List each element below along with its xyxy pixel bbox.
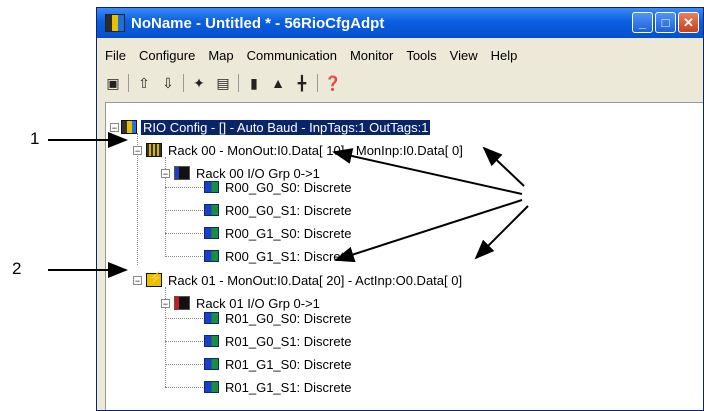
tree-node-slot[interactable]: R00_G1_S0: Discrete <box>204 224 353 242</box>
download-icon[interactable]: ⇩ <box>158 73 178 93</box>
help-pointer-icon[interactable]: ❓ <box>323 73 343 93</box>
tree-node-rack01[interactable]: Rack 01 - MonOut:I0.Data[ 20] - ActInp:O… <box>146 271 464 289</box>
rio-adapter-icon <box>121 120 137 134</box>
slot-label: R01_G1_S0: Discrete <box>225 356 352 372</box>
tree-node-slot[interactable]: R00_G0_S1: Discrete <box>204 201 353 219</box>
tree-node-slot[interactable]: R01_G0_S0: Discrete <box>204 309 353 327</box>
menu-tools[interactable]: Tools <box>406 48 436 63</box>
rack01-label: Rack 01 - MonOut:I0.Data[ 20] - ActInp:O… <box>168 272 463 288</box>
rack-fault-icon <box>146 271 163 287</box>
tree-node-slot[interactable]: R01_G1_S1: Discrete <box>204 378 353 396</box>
window-controls: _ □ ✕ <box>632 12 699 33</box>
document-icon[interactable]: ▤ <box>213 73 233 93</box>
discrete-module-icon <box>204 381 219 393</box>
toolbar-separator <box>317 74 318 92</box>
callout-2: 2 <box>12 259 22 278</box>
menu-configure[interactable]: Configure <box>139 48 195 63</box>
slot-label: R01_G0_S0: Discrete <box>225 310 352 326</box>
discrete-module-icon <box>204 181 219 193</box>
app-icon <box>105 14 125 32</box>
rack01-group-collapse-toggle[interactable]: − <box>161 299 170 309</box>
indicator-icon[interactable]: ▲ <box>268 73 288 93</box>
upload-icon[interactable]: ⇧ <box>134 73 154 93</box>
tree-node-rio-config[interactable]: RIO Config - [] - Auto Baud - InpTags:1 … <box>121 118 431 136</box>
window-title: NoName - Untitled * - 56RioCfgAdpt <box>131 14 385 32</box>
slot-label: R00_G0_S1: Discrete <box>225 202 352 218</box>
tree-node-slot[interactable]: R01_G1_S0: Discrete <box>204 355 353 373</box>
toolbar-separator <box>183 74 184 92</box>
root-collapse-toggle[interactable]: − <box>110 123 119 133</box>
slot-label: R00_G1_S1: Discrete <box>225 248 352 264</box>
toolbar: ▣ ⇧ ⇩ ✦ ▤ ▮ ▲ ╋ ❓ <box>97 70 703 96</box>
discrete-module-icon <box>204 227 219 239</box>
save-icon[interactable]: ▣ <box>103 73 123 93</box>
rack00-collapse-toggle[interactable]: − <box>133 146 142 156</box>
discrete-module-icon <box>204 204 219 216</box>
rio-config-label: RIO Config - [] - Auto Baud - InpTags:1 … <box>141 119 431 135</box>
menu-bar: File Configure Map Communication Monitor… <box>97 44 703 66</box>
rack00-group-collapse-toggle[interactable]: − <box>161 169 170 179</box>
close-button[interactable]: ✕ <box>678 12 699 33</box>
slot-label: R00_G0_S0: Discrete <box>225 179 352 195</box>
tree-node-rack00[interactable]: Rack 00 - MonOut:I0.Data[ 10] - MonInp:I… <box>146 141 465 159</box>
tree-node-slot[interactable]: R00_G1_S1: Discrete <box>204 247 353 265</box>
callout-1: 1 <box>30 129 40 148</box>
tree-node-slot[interactable]: R00_G0_S0: Discrete <box>204 178 353 196</box>
slot-label: R01_G0_S1: Discrete <box>225 333 352 349</box>
discrete-module-icon <box>204 358 219 370</box>
rack00-label: Rack 00 - MonOut:I0.Data[ 10] - MonInp:I… <box>168 142 463 158</box>
menu-view[interactable]: View <box>450 48 478 63</box>
app-window: NoName - Untitled * - 56RioCfgAdpt _ □ ✕… <box>96 7 704 411</box>
rack-icon <box>146 143 162 157</box>
slot-label: R01_G1_S1: Discrete <box>225 379 352 395</box>
io-group-icon <box>174 166 190 180</box>
maximize-button[interactable]: □ <box>655 12 676 33</box>
slot-label: R00_G1_S0: Discrete <box>225 225 352 241</box>
discrete-module-icon <box>204 312 219 324</box>
menu-help[interactable]: Help <box>491 48 518 63</box>
menu-file[interactable]: File <box>105 48 126 63</box>
menu-communication[interactable]: Communication <box>247 48 337 63</box>
io-group-icon <box>174 296 190 310</box>
monitor-icon[interactable]: ▮ <box>244 73 264 93</box>
config-tree: − RIO Config - [] - Auto Baud - InpTags:… <box>105 102 703 410</box>
tree-node-slot[interactable]: R01_G0_S1: Discrete <box>204 332 353 350</box>
discrete-module-icon <box>204 250 219 262</box>
minimize-button[interactable]: _ <box>632 12 653 33</box>
toolbar-separator <box>238 74 239 92</box>
menu-map[interactable]: Map <box>208 48 233 63</box>
menu-monitor[interactable]: Monitor <box>350 48 393 63</box>
discrete-module-icon <box>204 335 219 347</box>
rack01-collapse-toggle[interactable]: − <box>133 276 142 286</box>
magic-wand-icon[interactable]: ✦ <box>189 73 209 93</box>
title-bar[interactable]: NoName - Untitled * - 56RioCfgAdpt _ □ ✕ <box>97 8 703 38</box>
network-icon[interactable]: ╋ <box>292 73 312 93</box>
toolbar-separator <box>128 74 129 92</box>
